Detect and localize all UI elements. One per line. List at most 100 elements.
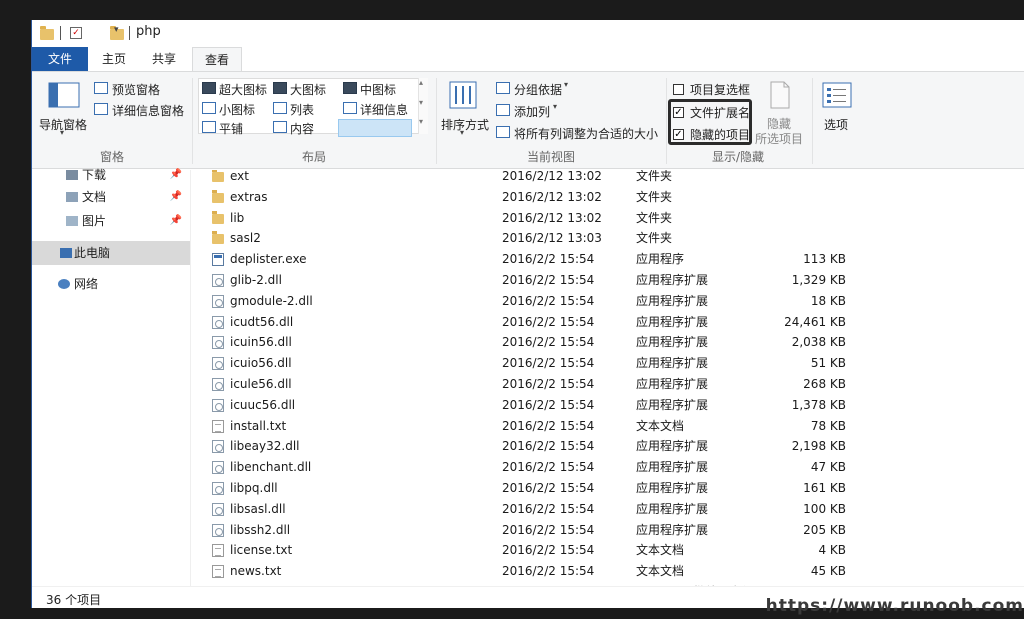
file-date: 2016/2/2 15:54 [502, 273, 595, 287]
file-row[interactable]: sasl2 2016/2/12 13:03 文件夹 [202, 228, 892, 249]
file-row[interactable]: extras 2016/2/12 13:02 文件夹 [202, 187, 892, 208]
layout-tiles[interactable]: 平铺 [219, 120, 243, 137]
group-by-button[interactable]: 分组依据 [514, 81, 562, 98]
file-row[interactable]: license.txt 2016/2/2 15:54 文本文档 4 KB [202, 540, 892, 561]
nav-item-network[interactable]: 网络 [32, 273, 190, 295]
tab-home[interactable]: 主页 [90, 47, 138, 71]
file-size: 161 KB [803, 481, 846, 495]
file-type: 应用程序扩展 [636, 335, 709, 350]
file-date: 2016/2/2 15:54 [502, 397, 595, 412]
tab-view[interactable]: 查看 [192, 47, 242, 72]
file-size: 24,461 KB [784, 314, 846, 329]
window-title: php [136, 24, 161, 39]
item-count: 36 个项目 [46, 593, 102, 607]
file-row[interactable]: lib 2016/2/12 13:02 文件夹 [202, 208, 892, 229]
layout-medium-icons[interactable]: 中图标 [360, 81, 396, 98]
nav-item-pictures[interactable]: 图片 📌 [32, 210, 190, 232]
file-row[interactable]: libpq.dll 2016/2/2 15:54 应用程序扩展 161 KB [202, 478, 892, 499]
file-type: 文本文档 [636, 543, 685, 558]
file-type: 应用程序扩展 [636, 501, 709, 516]
tab-file[interactable]: 文件 [32, 47, 88, 71]
chevron-down-icon[interactable]: ▾ [553, 102, 557, 111]
file-size: 205 KB [803, 522, 846, 537]
file-row[interactable]: libsasl.dll 2016/2/2 15:54 应用程序扩展 100 KB [202, 499, 892, 520]
file-type: 应用程序扩展 [636, 377, 709, 391]
file-date: 2016/2/2 15:54 [502, 564, 595, 579]
dll-icon [212, 378, 224, 391]
layout-extra-large-icons[interactable]: 超大图标 [219, 81, 267, 98]
layout-small-icons[interactable]: 小图标 [219, 101, 255, 118]
properties-icon[interactable]: ✓ [70, 27, 82, 39]
file-row[interactable]: icule56.dll 2016/2/2 15:54 应用程序扩展 268 KB [202, 374, 892, 395]
file-row[interactable]: deplister.exe 2016/2/2 15:54 应用程序 113 KB [202, 249, 892, 270]
file-type: 应用程序扩展 [636, 481, 709, 495]
file-row[interactable]: libssh2.dll 2016/2/2 15:54 应用程序扩展 205 KB [202, 520, 892, 541]
pin-icon[interactable]: 📌 [170, 210, 182, 232]
chevron-down-icon[interactable]: ▾ [460, 128, 464, 137]
nav-item-documents[interactable]: 文档 📌 [32, 186, 190, 208]
size-all-columns-button[interactable]: 将所有列调整为合适的大小 [514, 125, 658, 142]
dll-icon [212, 274, 224, 287]
file-date: 2016/2/2 15:54 [502, 293, 595, 308]
watermark-text: https://www.runoob.com [765, 596, 1024, 616]
file-row[interactable]: icuin56.dll 2016/2/2 15:54 应用程序扩展 2,038 KB [202, 332, 892, 353]
pin-icon[interactable]: 📌 [170, 164, 182, 186]
file-date: 2016/2/12 13:02 [502, 210, 602, 225]
hide-selected-button-line2[interactable]: 所选项目 [755, 130, 803, 147]
selected-layout-highlight [338, 119, 412, 137]
preview-pane-icon [94, 82, 108, 94]
chevron-down-icon[interactable]: ▾ [564, 80, 568, 89]
nav-item-this-pc[interactable]: 此电脑 [32, 241, 190, 265]
file-type: 文本文档 [636, 418, 685, 433]
file-row[interactable]: gmodule-2.dll 2016/2/2 15:54 应用程序扩展 18 KB [202, 291, 892, 312]
file-size: 1,378 KB [791, 397, 846, 412]
nav-item-downloads[interactable]: 下载 📌 [32, 164, 190, 186]
layout-large-icons[interactable]: 大图标 [290, 81, 326, 98]
file-size: 113 KB [803, 252, 846, 267]
file-row[interactable]: icuuc56.dll 2016/2/2 15:54 应用程序扩展 1,378 KB [202, 395, 892, 416]
file-type: 文本文档 [636, 564, 685, 579]
file-name: icudt56.dll [230, 314, 294, 329]
details-pane-button[interactable]: 详细信息窗格 [112, 102, 184, 119]
pin-icon[interactable]: 📌 [170, 186, 182, 208]
file-type: 应用程序扩展 [636, 522, 709, 537]
chevron-down-icon[interactable]: ▾ [419, 98, 423, 107]
layout-details[interactable]: 详细信息 [360, 101, 408, 118]
sort-by-button[interactable]: 排序方式 [441, 116, 489, 133]
dll-icon [212, 357, 224, 371]
item-checkboxes-checkbox[interactable] [673, 84, 684, 95]
file-type: 应用程序扩展 [636, 439, 709, 454]
preview-pane-button[interactable]: 预览窗格 [112, 81, 160, 98]
file-name: icule56.dll [230, 377, 292, 391]
chevron-down-icon[interactable]: ▾ [60, 128, 64, 137]
folder-icon [212, 170, 224, 182]
file-row[interactable]: icuio56.dll 2016/2/2 15:54 应用程序扩展 51 KB [202, 353, 892, 374]
dll-icon [212, 461, 224, 475]
file-row[interactable]: install.txt 2016/2/2 15:54 文本文档 78 KB [202, 416, 892, 437]
chevron-down-icon[interactable]: ▾ [114, 25, 119, 41]
dll-icon [212, 294, 224, 308]
file-date: 2016/2/2 15:54 [502, 356, 595, 371]
add-columns-button[interactable]: 添加列 [514, 103, 550, 120]
file-row[interactable]: news.txt 2016/2/2 15:54 文本文档 45 KB [202, 561, 892, 582]
file-row[interactable]: icudt56.dll 2016/2/2 15:54 应用程序扩展 24,461 KB [202, 312, 892, 333]
options-button[interactable]: 选项 [824, 116, 848, 133]
group-label-layout: 布局 [301, 150, 326, 164]
layout-list[interactable]: 列表 [290, 101, 314, 118]
expand-gallery-icon[interactable]: ▾ [419, 117, 423, 126]
file-name: libenchant.dll [230, 460, 312, 475]
chevron-up-icon[interactable]: ▴ [419, 78, 423, 87]
tab-share[interactable]: 共享 [140, 47, 188, 71]
file-name: license.txt [230, 543, 293, 558]
file-row[interactable]: libenchant.dll 2016/2/2 15:54 应用程序扩展 47 KB [202, 457, 892, 478]
content-icon [273, 121, 287, 133]
file-date: 2016/2/2 15:54 [502, 252, 595, 267]
file-size: 18 KB [810, 293, 846, 308]
file-row[interactable]: glib-2.dll 2016/2/2 15:54 应用程序扩展 1,329 KB [202, 270, 892, 291]
folder-icon[interactable] [40, 26, 54, 40]
file-row[interactable]: libeay32.dll 2016/2/2 15:54 应用程序扩展 2,198 KB [202, 436, 892, 457]
layout-content[interactable]: 内容 [290, 120, 314, 137]
file-date: 2016/2/2 15:54 [502, 543, 595, 558]
file-row[interactable]: ext 2016/2/12 13:02 文件夹 [202, 170, 892, 187]
exe-icon [212, 253, 224, 267]
